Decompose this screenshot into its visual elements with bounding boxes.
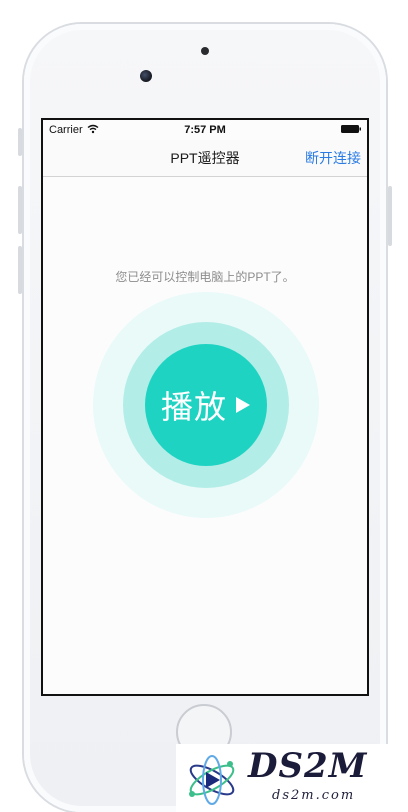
power-button: [388, 186, 392, 246]
speaker-dot: [201, 47, 209, 55]
device-frame: Carrier 7:57 PM PPT遥控器 断开连接 您已经可以控制电脑上的P…: [0, 0, 408, 812]
connection-status-message: 您已经可以控制电脑上的PPT了。: [115, 270, 295, 284]
watermark-brand: DS2M: [248, 746, 368, 786]
watermark-domain: ds2m.com: [272, 788, 356, 803]
play-button-label: 播放: [160, 388, 227, 426]
navigation-bar: PPT遥控器 断开连接: [43, 140, 367, 177]
atom-logo-icon: [189, 755, 235, 805]
mute-switch: [18, 128, 22, 156]
app-screen: Carrier 7:57 PM PPT遥控器 断开连接 您已经可以控制电脑上的P…: [41, 118, 369, 696]
volume-down-button: [18, 246, 22, 294]
play-icon: [236, 397, 250, 413]
front-camera: [140, 70, 152, 82]
status-time: 7:57 PM: [184, 124, 226, 136]
disconnect-button[interactable]: 断开连接: [305, 148, 361, 168]
volume-up-button: [18, 186, 22, 234]
status-bar: Carrier 7:57 PM: [43, 120, 367, 140]
play-button[interactable]: 播放: [145, 344, 267, 466]
battery-icon: [341, 125, 361, 133]
watermark: DS2M ds2m.com: [176, 744, 408, 812]
